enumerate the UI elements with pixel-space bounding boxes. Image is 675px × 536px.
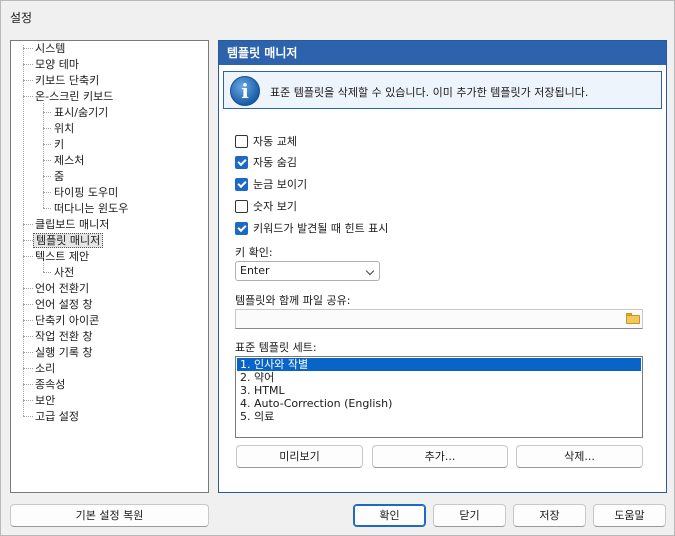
tree-line	[43, 128, 51, 129]
checkbox-label: 눈금 보이기	[253, 178, 308, 191]
checkbox-label: 키워드가 발견될 때 힌트 표시	[253, 222, 389, 235]
tree-item-template-manager[interactable]: 템플릿 매니저	[33, 233, 104, 248]
tree-item-theme[interactable]: 모양 테마	[33, 57, 81, 72]
tree-line	[23, 368, 33, 369]
window-title: 설정	[10, 11, 33, 25]
help-button[interactable]: 도움말	[593, 504, 666, 527]
tree-item-run-history[interactable]: 실행 기록 창	[33, 345, 95, 360]
tree-item-show-hide[interactable]: 표시/숨기기	[52, 105, 110, 120]
close-button[interactable]: 닫기	[433, 504, 506, 527]
share-file-input[interactable]	[235, 309, 643, 329]
tree-item-zoom[interactable]: 줌	[52, 169, 66, 184]
tree-item-language-settings-window[interactable]: 언어 설정 창	[33, 297, 95, 312]
tree-item-clipboard-manager[interactable]: 클립보드 매니저	[33, 217, 111, 232]
auto-replace-checkbox[interactable]: 자동 교체	[235, 133, 297, 149]
tree-line	[23, 64, 33, 65]
list-item[interactable]: 5. 의료	[237, 410, 641, 423]
tree-line	[23, 45, 24, 416]
tree-line	[23, 400, 33, 401]
tree-item-task-switcher[interactable]: 작업 전환 창	[33, 329, 95, 344]
list-item[interactable]: 3. HTML	[237, 384, 641, 397]
checkbox-label: 자동 숨김	[253, 156, 297, 169]
tree-line	[43, 160, 51, 161]
tree-line	[43, 208, 51, 209]
tree-line	[23, 336, 33, 337]
tree-line	[23, 320, 33, 321]
list-item[interactable]: 4. Auto-Correction (English)	[237, 397, 641, 410]
tree-line	[23, 80, 33, 81]
tree-item-dictionary[interactable]: 사전	[52, 265, 76, 280]
tree-item-typing-assistant[interactable]: 타이핑 도우미	[52, 185, 120, 200]
settings-window: 설정 시스템 모양 테마 키보드 단축키 온-스크린 키보드 표시/숨기기 위치…	[0, 0, 675, 536]
tree-item-security[interactable]: 보안	[33, 393, 57, 408]
add-button[interactable]: 추가...	[372, 445, 508, 468]
chevron-down-icon	[365, 266, 375, 276]
tree-item-language-switcher[interactable]: 언어 전환기	[33, 281, 91, 296]
ok-button[interactable]: 확인	[353, 504, 426, 527]
tree-line	[23, 240, 33, 241]
settings-tree[interactable]: 시스템 모양 테마 키보드 단축키 온-스크린 키보드 표시/숨기기 위치 키 …	[10, 40, 209, 493]
reset-defaults-button[interactable]: 기본 설정 복원	[10, 504, 209, 527]
tree-line	[23, 416, 33, 417]
key-confirm-select[interactable]: Enter	[235, 261, 380, 281]
template-sets-label: 표준 템플릿 세트:	[235, 341, 317, 354]
template-sets-list[interactable]: 1. 인사와 작별 2. 약어 3. HTML 4. Auto-Correcti…	[235, 356, 643, 438]
key-confirm-value: Enter	[240, 264, 270, 277]
tree-item-dependencies[interactable]: 종속성	[33, 377, 67, 392]
checkbox-box[interactable]	[235, 134, 248, 148]
list-item[interactable]: 1. 인사와 작별	[237, 358, 641, 371]
tree-item-onscreen-keyboard[interactable]: 온-스크린 키보드	[33, 89, 115, 104]
tree-item-keys[interactable]: 키	[52, 137, 66, 152]
template-manager-panel: 템플릿 매니저 i 표준 템플릿을 삭제할 수 있습니다. 이미 추가한 템플릿…	[218, 40, 667, 493]
tree-line	[23, 288, 33, 289]
show-numbers-checkbox[interactable]: 숫자 보기	[235, 198, 297, 214]
panel-title: 템플릿 매니저	[219, 41, 666, 65]
tree-line	[23, 48, 33, 49]
info-icon: i	[230, 76, 260, 106]
checkbox-box[interactable]	[235, 155, 248, 169]
tree-line	[43, 263, 44, 272]
tree-line	[23, 224, 33, 225]
tree-item-position[interactable]: 위치	[52, 121, 76, 136]
checkbox-label: 자동 교체	[253, 135, 297, 148]
show-grid-checkbox[interactable]: 눈금 보이기	[235, 176, 307, 192]
checkbox-box[interactable]	[235, 199, 248, 213]
tree-line	[23, 96, 33, 97]
tree-line	[43, 176, 51, 177]
tree-line	[23, 256, 33, 257]
tree-item-sound[interactable]: 소리	[33, 361, 57, 376]
tree-item-text-suggestions[interactable]: 텍스트 제안	[33, 249, 91, 264]
checkbox-box[interactable]	[235, 221, 248, 235]
tree-line	[43, 112, 51, 113]
folder-icon	[626, 315, 640, 324]
tree-item-floating-window[interactable]: 떠다니는 윈도우	[52, 201, 130, 216]
checkbox-label: 숫자 보기	[253, 200, 297, 213]
preview-button[interactable]: 미리보기	[236, 445, 363, 468]
browse-folder-button[interactable]	[623, 309, 643, 329]
save-button[interactable]: 저장	[513, 504, 586, 527]
tree-line	[43, 192, 51, 193]
tree-item-gestures[interactable]: 제스처	[52, 153, 86, 168]
delete-button[interactable]: 삭제...	[516, 445, 643, 468]
info-box: i 표준 템플릿을 삭제할 수 있습니다. 이미 추가한 템플릿가 저장됩니다.	[223, 71, 662, 109]
tree-line	[43, 144, 51, 145]
info-text: 표준 템플릿을 삭제할 수 있습니다. 이미 추가한 템플릿가 저장됩니다.	[270, 86, 589, 99]
tree-line	[23, 304, 33, 305]
share-file-label: 템플릿와 함께 파일 공유:	[235, 294, 351, 307]
auto-hide-checkbox[interactable]: 자동 숨김	[235, 154, 297, 170]
tree-item-keyboard-shortcuts[interactable]: 키보드 단축키	[33, 73, 101, 88]
tree-item-system[interactable]: 시스템	[33, 41, 67, 56]
checkbox-box[interactable]	[235, 177, 248, 191]
key-confirm-label: 키 확인:	[235, 246, 273, 259]
tree-item-advanced[interactable]: 고급 설정	[33, 409, 81, 424]
tree-item-shortcut-icons[interactable]: 단축키 아이콘	[33, 313, 101, 328]
keyword-hint-checkbox[interactable]: 키워드가 발견될 때 힌트 표시	[235, 220, 388, 236]
list-item[interactable]: 2. 약어	[237, 371, 641, 384]
tree-line	[23, 384, 33, 385]
tree-line	[43, 272, 51, 273]
tree-line	[23, 352, 33, 353]
